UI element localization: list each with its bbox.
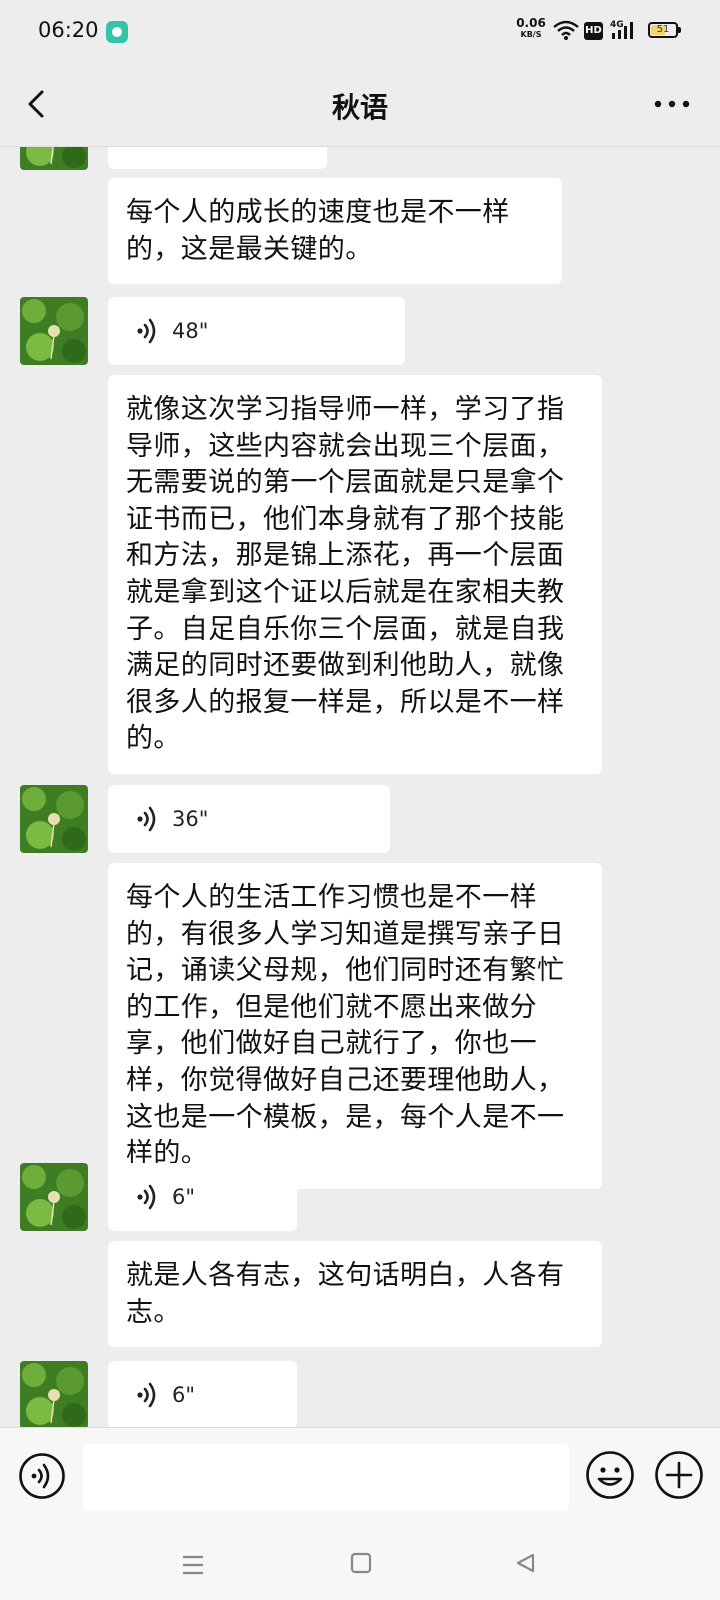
message-list[interactable]: 每个人的成长的速度也是不一样的，这是最关键的。 48" 就像这次学习指导师一样，…: [0, 147, 720, 1427]
voice-icon: [31, 1463, 50, 1489]
emoji-icon: [586, 1451, 634, 1499]
more-button[interactable]: [650, 84, 694, 124]
voice-message-bubble[interactable]: 6": [108, 1361, 297, 1427]
chat-notification-icon: [106, 21, 128, 43]
text-message-bubble[interactable]: 每个人的成长的速度也是不一样的，这是最关键的。: [108, 178, 562, 285]
status-bar: 06:20 0.06 KB/S HD 4G 51: [0, 0, 720, 62]
battery-icon: 51: [648, 22, 681, 38]
nav-home-button[interactable]: [350, 1552, 372, 1574]
voice-duration: 6": [172, 1185, 196, 1209]
voice-input-button[interactable]: [18, 1452, 66, 1500]
voice-icon: [137, 318, 156, 344]
chat-header: 秋语: [0, 62, 720, 147]
voice-duration: 6": [172, 1383, 196, 1407]
chat-title: 秋语: [331, 91, 388, 124]
signal-icon: 4G: [610, 20, 633, 39]
voice-icon: [137, 1382, 156, 1408]
battery-level: 51: [656, 24, 670, 35]
voice-message-bubble[interactable]: [108, 147, 327, 169]
emoji-button[interactable]: [585, 1450, 635, 1500]
avatar[interactable]: [20, 297, 88, 365]
nav-back-button[interactable]: [514, 1552, 536, 1574]
network-type-label: 4G: [610, 20, 624, 30]
plus-button[interactable]: [654, 1450, 704, 1500]
more-dots-icon: [654, 100, 690, 108]
avatar[interactable]: [20, 1163, 88, 1231]
voice-message-bubble[interactable]: 36": [108, 785, 390, 853]
message-input[interactable]: [83, 1444, 569, 1511]
avatar[interactable]: [20, 1361, 88, 1427]
voice-message-bubble[interactable]: 48": [108, 297, 405, 365]
voice-icon: [137, 806, 156, 832]
plus-icon: [655, 1451, 703, 1499]
avatar[interactable]: [20, 147, 88, 170]
voice-message-bubble[interactable]: 6": [108, 1163, 297, 1231]
nav-menu-button[interactable]: [181, 1554, 205, 1576]
text-message-bubble[interactable]: 就像这次学习指导师一样，学习了指导师，这些内容就会出现三个层面，无需要说的第一个…: [108, 375, 602, 774]
input-bar: [0, 1427, 720, 1528]
status-time: 06:20: [38, 18, 99, 42]
text-message-bubble[interactable]: 每个人的生活工作习惯也是不一样的，有很多人学习知道是撰写亲子日记，诵读父母规，他…: [108, 863, 602, 1189]
avatar[interactable]: [20, 785, 88, 853]
home-square-icon: [350, 1552, 372, 1574]
voice-icon: [137, 1184, 156, 1210]
text-message-bubble[interactable]: 就是人各有志，这句话明白，人各有志。: [108, 1241, 602, 1348]
menu-icon: [183, 1555, 203, 1575]
network-speed: 0.06 KB/S: [516, 16, 546, 39]
back-triangle-icon: [516, 1553, 535, 1573]
voice-duration: 48": [172, 319, 209, 343]
wifi-icon: [553, 20, 579, 40]
system-nav-bar: [0, 1528, 720, 1600]
hd-icon: HD: [584, 22, 603, 40]
voice-duration: 36": [172, 807, 209, 831]
